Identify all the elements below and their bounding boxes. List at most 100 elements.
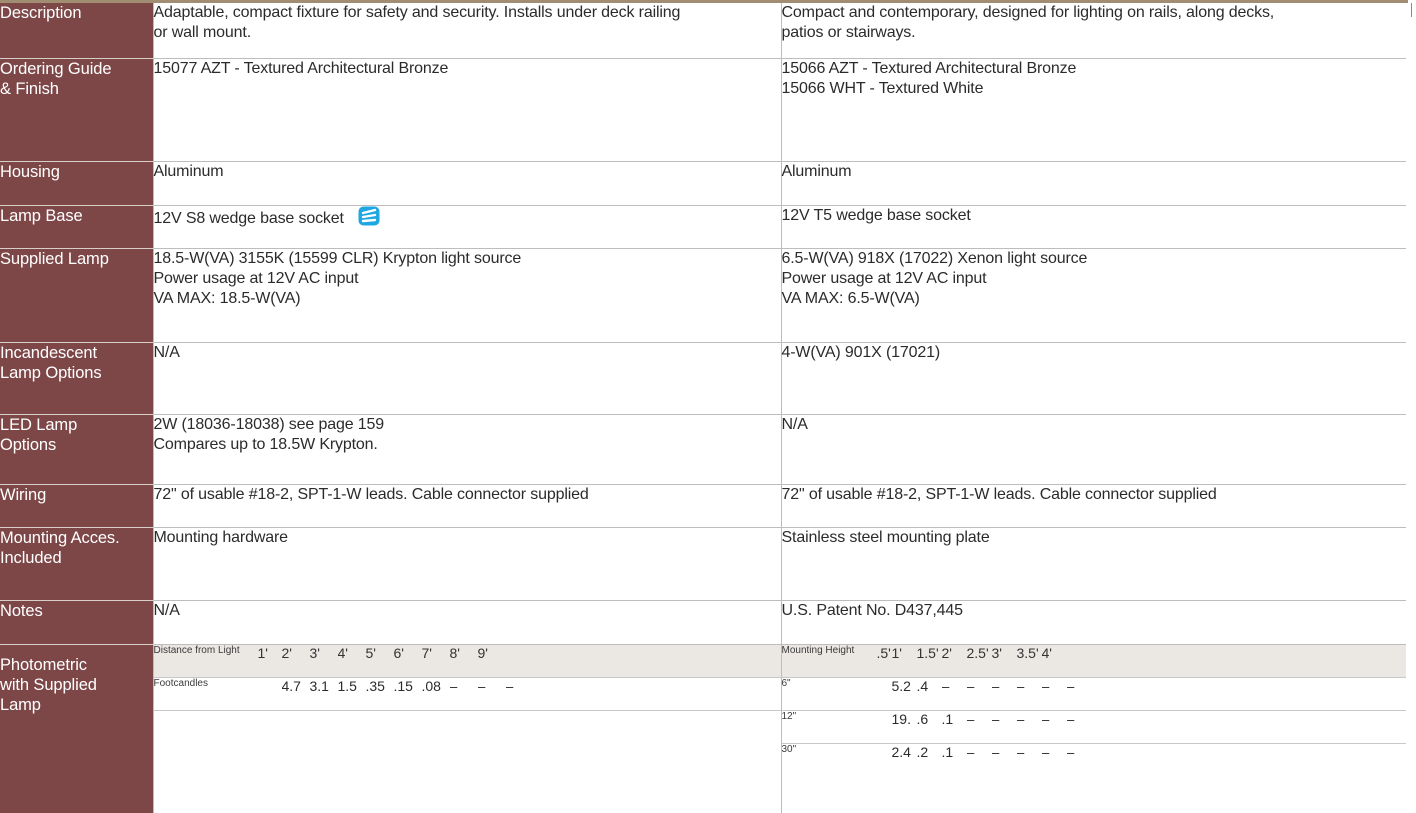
value-line: 72" of usable #18-2, SPT-1-W leads. Cabl… [781, 486, 1217, 504]
footcandles-label: Footcandles [153, 677, 258, 711]
value-line: Power usage at 12V AC input [781, 269, 987, 287]
distance-value: 9' [477, 644, 506, 678]
left-value: Mounting hardware [152, 527, 781, 601]
photometric-header-row: Distance from Light 1' 2' 3' 4' 5' 6' 7'… [153, 644, 781, 678]
value-line: 12V T5 wedge base socket [781, 206, 971, 224]
value-line: 15066 AZT - Textured Architectural Bronz… [781, 59, 1077, 77]
distance-value: 7' [421, 644, 450, 678]
value-line: patios or stairways. [781, 24, 916, 41]
right-value: N/A [780, 414, 1406, 486]
photometric-data-row: 30" 2.4 .2 .1 – – – – – [782, 743, 1407, 776]
photometric-left: Distance from Light 1' 2' 3' 4' 5' 6' 7'… [152, 644, 781, 813]
left-value: 2W (18036-18038) see page 159 Compares u… [152, 414, 781, 486]
footcandle-value: 3.1 [309, 677, 338, 711]
value-line: Power usage at 12V AC input [153, 269, 359, 287]
footcandle-value: 19. [891, 710, 917, 744]
footcandle-value: – [1016, 710, 1042, 744]
footcandle-value: 4.7 [281, 677, 310, 711]
footcandle-value: – [1066, 677, 1092, 711]
row-label: LED Lamp Options [0, 414, 153, 486]
mounting-height-label: Mounting Height [781, 644, 877, 678]
row-label: Mounting Acces. Included [0, 527, 153, 601]
distance-value: 2' [281, 644, 310, 678]
distance-value: 3' [309, 644, 338, 678]
footcandle-value: .2 [916, 743, 929, 760]
height-value: 4' [1041, 644, 1067, 678]
left-value: Aluminum [152, 161, 781, 206]
footcandle-value: 5.2 [891, 677, 917, 711]
footcandle-value: – [991, 710, 1017, 744]
height-value: 1' [891, 644, 917, 678]
row-label: Wiring [0, 484, 153, 528]
row-label: Photometric with Supplied Lamp [0, 644, 153, 813]
row-housing: Housing Aluminum Aluminum [0, 161, 1406, 206]
height-value: 1.5' [916, 644, 942, 678]
row-notes: Notes N/A U.S. Patent No. D437,445 [0, 600, 1406, 645]
height-value: 3.5' [1016, 644, 1042, 678]
value-line: Compact and contemporary, designed for l… [781, 4, 1275, 21]
footcandle-value: – [1041, 677, 1067, 711]
row-lamp-base: Lamp Base 12V S8 wedge base socket 12V T… [0, 205, 1406, 249]
footcandle-value: – [1016, 743, 1025, 760]
footcandle-value: – [966, 710, 992, 744]
right-value: 4-W(VA) 901X (17021) [780, 342, 1406, 415]
footcandle-value: – [966, 677, 992, 711]
row-label: Notes [0, 600, 153, 645]
height-value: 3' [991, 644, 1017, 678]
height-value: 2' [941, 644, 967, 678]
row-mounting-accessories: Mounting Acces. Included Mounting hardwa… [0, 527, 1406, 601]
page-edge [1409, 0, 1416, 813]
value-line: 15066 WHT - Textured White [781, 79, 984, 97]
value-line: Aluminum [781, 162, 852, 180]
height-value: 2.5' [966, 644, 992, 678]
row-height-label: 12" [781, 710, 877, 744]
distance-value: 8' [449, 644, 478, 678]
row-incandescent-options: Incandescent Lamp Options N/A 4-W(VA) 90… [0, 342, 1406, 415]
footcandle-value: – [966, 743, 975, 760]
row-label: Ordering Guide & Finish [0, 58, 153, 162]
footcandle-value: .6 [916, 710, 942, 744]
row-wiring: Wiring 72" of usable #18-2, SPT-1-W lead… [0, 484, 1406, 528]
value-line: VA MAX: 18.5-W(VA) [153, 289, 301, 307]
row-label: Housing [0, 161, 153, 206]
footcandle-value: .1 [941, 710, 967, 744]
right-value: Aluminum [780, 161, 1406, 206]
value-line: 4-W(VA) 901X (17021) [781, 344, 941, 362]
value-line: 72" of usable #18-2, SPT-1-W leads. Cabl… [153, 486, 589, 504]
footcandle-value: .08 [421, 677, 450, 711]
row-description: Description Adaptable, compact fixture f… [0, 3, 1406, 59]
photometric-table-left: Distance from Light 1' 2' 3' 4' 5' 6' 7'… [153, 644, 781, 711]
value-line: N/A [153, 601, 180, 619]
row-supplied-lamp: Supplied Lamp 18.5-W(VA) 3155K (15599 CL… [0, 248, 1406, 344]
value-line: N/A [153, 344, 180, 362]
footcandle-value: .4 [916, 677, 942, 711]
row-photometric: Photometric with Supplied Lamp Distance … [0, 644, 1406, 813]
spec-table: Description Adaptable, compact fixture f… [0, 3, 1406, 813]
value-line: Stainless steel mounting plate [781, 528, 990, 546]
footcandle-value: – [1041, 710, 1067, 744]
value-line: Mounting hardware [153, 528, 289, 546]
wedge-base-icon [358, 206, 380, 232]
footcandle-value: 2.4 [891, 743, 911, 760]
footcandle-value: – [1016, 677, 1042, 711]
value-line: or wall mount. [153, 24, 252, 41]
distance-value: 5' [365, 644, 394, 678]
left-value: 18.5-W(VA) 3155K (15599 CLR) Krypton lig… [152, 248, 781, 344]
footcandle-value: – [1066, 743, 1075, 760]
photometric-table-right: Mounting Height .5' 1' 1.5' 2' 2.5' 3' 3… [781, 644, 1407, 776]
photometric-right: Mounting Height .5' 1' 1.5' 2' 2.5' 3' 3… [780, 644, 1407, 813]
row-led-options: LED Lamp Options 2W (18036-18038) see pa… [0, 414, 1406, 486]
distance-label: Distance from Light [153, 644, 258, 678]
footcandle-value: – [991, 743, 1000, 760]
row-label: Incandescent Lamp Options [0, 342, 153, 415]
row-height-label: 30" [781, 743, 797, 755]
footcandle-value: – [449, 677, 478, 711]
footcandle-value: .15 [393, 677, 422, 711]
row-label: Description [0, 3, 153, 59]
right-value: 12V T5 wedge base socket [780, 205, 1406, 249]
footcandle-value: – [505, 677, 781, 711]
left-value: 72" of usable #18-2, SPT-1-W leads. Cabl… [152, 484, 781, 528]
row-label: Supplied Lamp [0, 248, 153, 344]
footcandle-value: – [1066, 710, 1092, 744]
footcandle-value: .1 [941, 743, 954, 760]
